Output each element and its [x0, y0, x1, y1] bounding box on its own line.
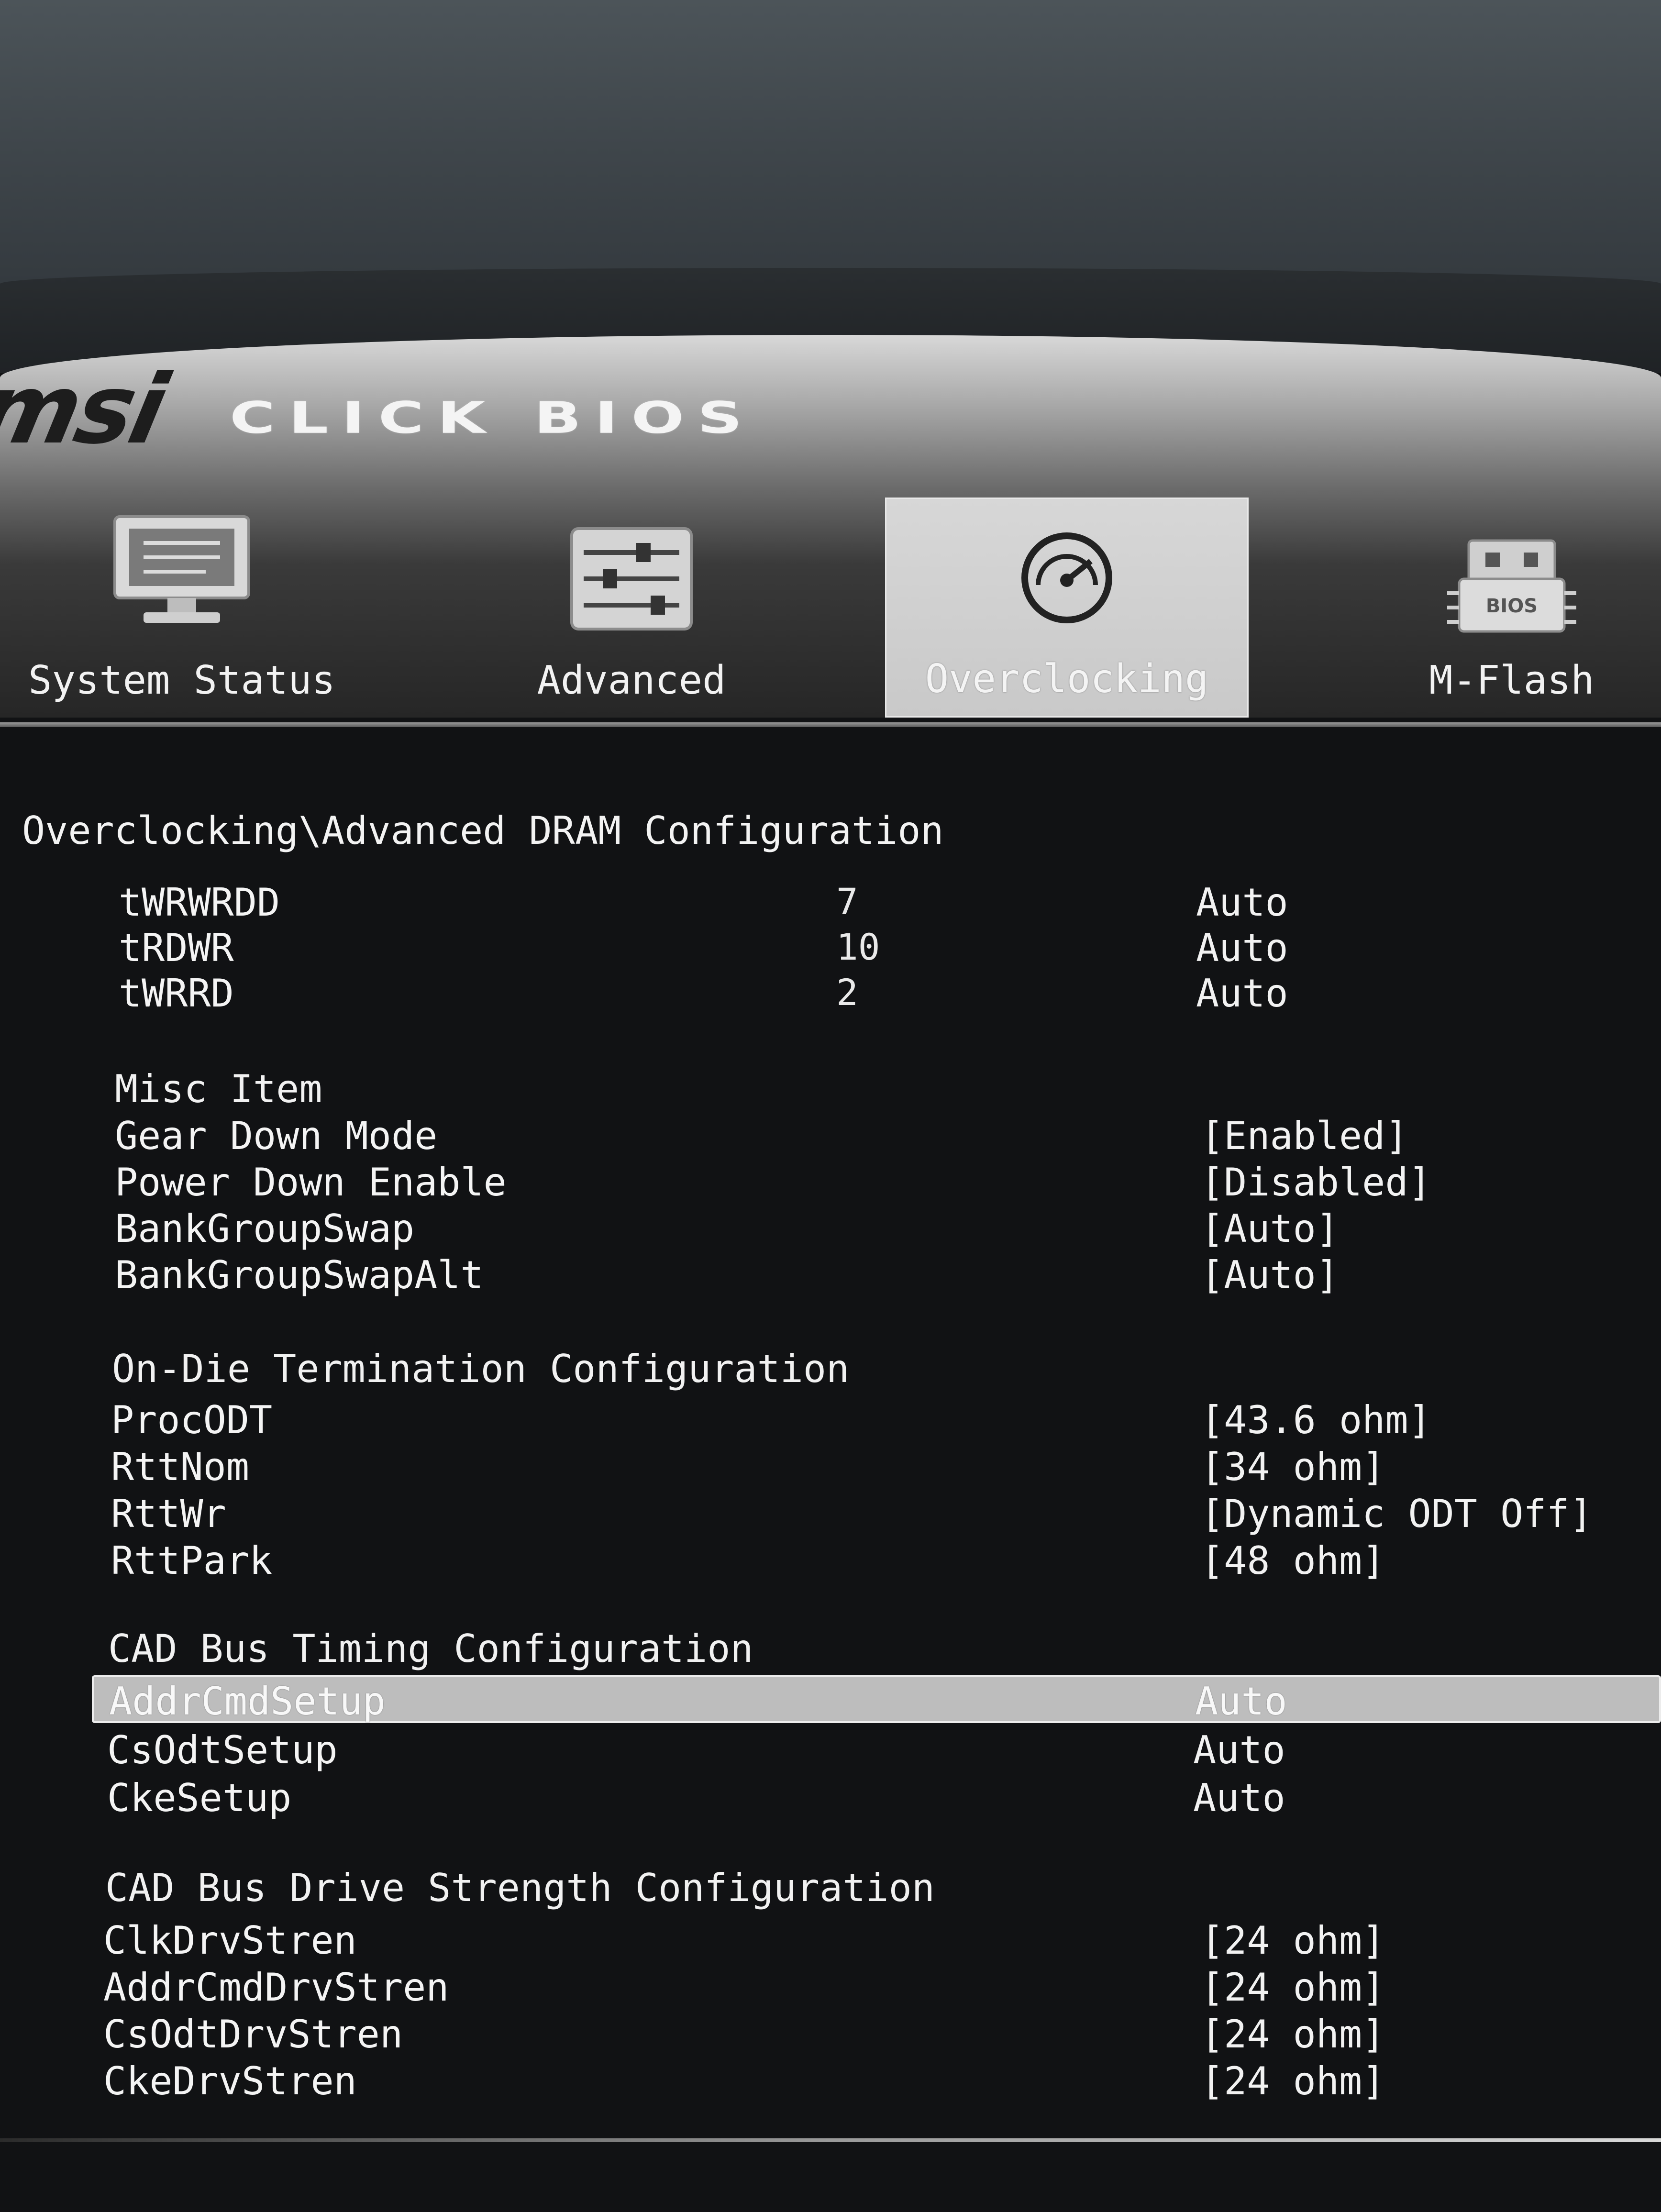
- setting-current-value: 7: [836, 880, 858, 923]
- setting-name: RttWr: [111, 1492, 226, 1536]
- svg-text:BIOS: BIOS: [1486, 595, 1538, 617]
- setting-row-bankgroupswap[interactable]: BankGroupSwap [Auto]: [115, 1206, 1646, 1252]
- setting-value: [Dynamic ODT Off]: [1201, 1492, 1593, 1536]
- setting-value: [34 ohm]: [1201, 1445, 1385, 1489]
- tab-advanced[interactable]: Advanced: [478, 498, 785, 718]
- footer-separator: [0, 2138, 1661, 2142]
- setting-row-procodt[interactable]: ProcODT [43.6 ohm]: [111, 1398, 1651, 1444]
- click-bios-title: CLICK BIOS: [230, 392, 756, 443]
- setting-name: ProcODT: [111, 1398, 273, 1442]
- setting-name: AddrCmdSetup: [109, 1679, 386, 1724]
- msi-logo: msi: [0, 354, 174, 465]
- setting-value: [Auto]: [1201, 1206, 1339, 1251]
- setting-row-power-down-enable[interactable]: Power Down Enable [Disabled]: [115, 1160, 1646, 1206]
- setting-row-rttnom[interactable]: RttNom [34 ohm]: [111, 1445, 1651, 1491]
- setting-value: Auto: [1196, 880, 1288, 925]
- setting-value: [Enabled]: [1201, 1114, 1408, 1158]
- setting-name: tRDWR: [119, 926, 234, 970]
- setting-name: AddrCmdDrvStren: [103, 1965, 449, 2010]
- tab-system-status-label: System Status: [28, 658, 335, 703]
- setting-name: ClkDrvStren: [103, 1918, 357, 1963]
- setting-value: Auto: [1193, 1728, 1285, 1772]
- setting-value: Auto: [1193, 1776, 1285, 1820]
- setting-name: CsOdtDrvStren: [103, 2012, 403, 2057]
- setting-current-value: 10: [836, 926, 880, 968]
- setting-value: Auto: [1195, 1679, 1287, 1724]
- setting-row-addrcmdsetup[interactable]: AddrCmdSetup Auto: [92, 1675, 1661, 1724]
- setting-value: Auto: [1196, 926, 1288, 970]
- setting-name: RttPark: [111, 1538, 273, 1583]
- setting-row-rttwr[interactable]: RttWr [Dynamic ODT Off]: [111, 1492, 1651, 1537]
- section-heading-odt: On-Die Termination Configuration: [112, 1347, 850, 1391]
- sliders-icon: [569, 526, 694, 633]
- breadcrumb: Overclocking\Advanced DRAM Configuration: [22, 808, 944, 853]
- setting-name: CsOdtSetup: [107, 1728, 338, 1772]
- setting-value: Auto: [1196, 971, 1288, 1016]
- setting-value: [24 ohm]: [1201, 1965, 1385, 2010]
- tab-overclocking-label: Overclocking: [925, 656, 1209, 702]
- section-heading-cad-timing: CAD Bus Timing Configuration: [108, 1626, 753, 1671]
- tab-advanced-label: Advanced: [537, 658, 726, 703]
- setting-current-value: 2: [836, 971, 858, 1014]
- section-heading-cad-drive: CAD Bus Drive Strength Configuration: [105, 1866, 935, 1910]
- setting-value: [43.6 ohm]: [1201, 1398, 1431, 1442]
- tab-m-flash-label: M-Flash: [1429, 658, 1595, 703]
- setting-name: BankGroupSwapAlt: [115, 1253, 484, 1297]
- setting-name: RttNom: [111, 1445, 249, 1489]
- setting-row-addrcmddrvstren[interactable]: AddrCmdDrvStren [24 ohm]: [103, 1965, 1653, 2011]
- setting-name: Gear Down Mode: [115, 1114, 438, 1158]
- setting-value: [24 ohm]: [1201, 2059, 1385, 2103]
- setting-value: [24 ohm]: [1201, 2012, 1385, 2057]
- setting-row-rttpark[interactable]: RttPark [48 ohm]: [111, 1538, 1651, 1584]
- setting-name: tWRRD: [119, 971, 234, 1016]
- setting-value: [48 ohm]: [1201, 1538, 1385, 1583]
- setting-row-bankgroupswapalt[interactable]: BankGroupSwapAlt [Auto]: [115, 1253, 1646, 1299]
- setting-row-csodtdrvstren[interactable]: CsOdtDrvStren [24 ohm]: [103, 2012, 1653, 2058]
- setting-row-trdwr[interactable]: tRDWR 10 Auto: [119, 926, 1602, 972]
- setting-row-twrrd[interactable]: tWRRD 2 Auto: [119, 971, 1602, 1017]
- tab-system-status[interactable]: System Status: [0, 498, 364, 718]
- speedometer-icon: [1005, 528, 1129, 625]
- setting-row-twrwrdd[interactable]: tWRWRDD 7 Auto: [119, 880, 1602, 926]
- setting-value: [24 ohm]: [1201, 1918, 1385, 1963]
- header-separator: [0, 722, 1661, 727]
- setting-name: CkeSetup: [107, 1776, 292, 1820]
- section-heading-misc: Misc Item: [115, 1067, 322, 1111]
- camera-background: [0, 0, 1661, 373]
- setting-row-clkdrvstren[interactable]: ClkDrvStren [24 ohm]: [103, 1918, 1653, 1964]
- setting-row-gear-down-mode[interactable]: Gear Down Mode [Enabled]: [115, 1114, 1646, 1160]
- setting-name: CkeDrvStren: [103, 2059, 357, 2103]
- bios-chip-icon: BIOS: [1440, 531, 1583, 643]
- tab-m-flash[interactable]: BIOS M-Flash: [1387, 498, 1636, 718]
- setting-name: BankGroupSwap: [115, 1206, 415, 1251]
- monitor-icon: [110, 512, 254, 633]
- setting-row-ckedrvstren[interactable]: CkeDrvStren [24 ohm]: [103, 2059, 1653, 2105]
- setting-row-ckesetup[interactable]: CkeSetup Auto: [107, 1776, 1657, 1822]
- setting-name: Power Down Enable: [115, 1160, 507, 1205]
- setting-row-csodtsetup[interactable]: CsOdtSetup Auto: [107, 1728, 1657, 1774]
- setting-value: [Disabled]: [1201, 1160, 1431, 1205]
- tab-overclocking[interactable]: Overclocking: [885, 498, 1249, 718]
- setting-name: tWRWRDD: [119, 880, 280, 925]
- setting-value: [Auto]: [1201, 1253, 1339, 1297]
